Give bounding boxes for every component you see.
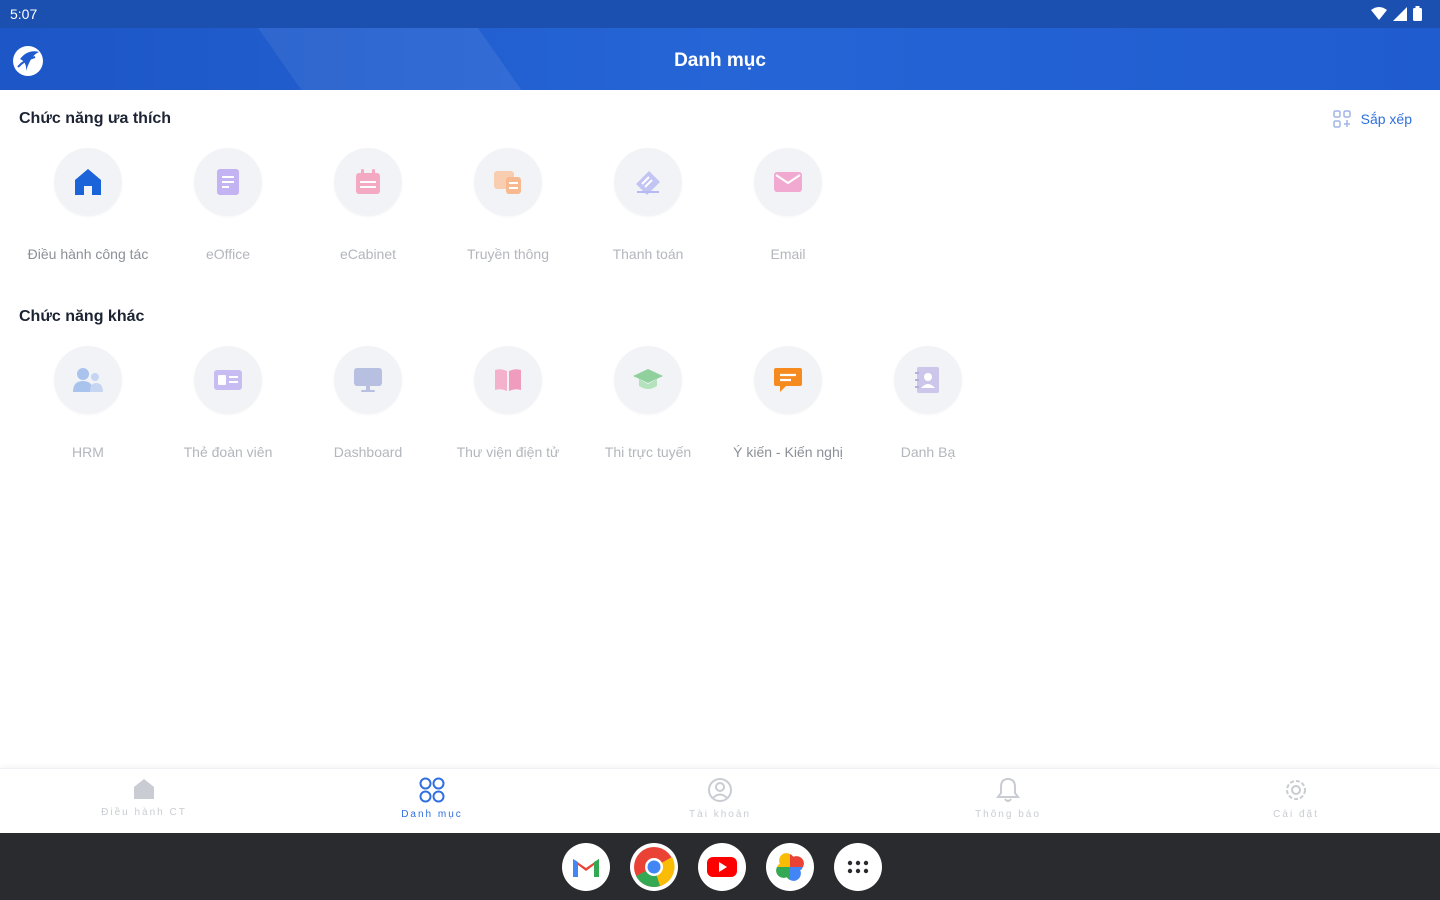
nav-label: Danh mục bbox=[401, 809, 463, 820]
account-icon bbox=[708, 778, 732, 802]
favorite-item-truyen-thong[interactable]: Truyền thông bbox=[438, 148, 578, 262]
item-icon-circle bbox=[54, 346, 122, 414]
others-grid: HRM Thẻ đoàn viên Dashboard Thư viện điệ… bbox=[18, 346, 998, 460]
item-icon-circle bbox=[614, 148, 682, 216]
settings-icon bbox=[1286, 780, 1306, 800]
item-label: eOffice bbox=[205, 246, 251, 262]
item-label: Email bbox=[770, 246, 806, 262]
item-icon-circle bbox=[334, 346, 402, 414]
item-label: Thanh toán bbox=[612, 246, 684, 262]
grid-icon bbox=[419, 777, 445, 803]
item-label: Danh Bạ bbox=[900, 444, 956, 460]
other-item-danh-ba[interactable]: Danh Bạ bbox=[858, 346, 998, 460]
item-label: Ý kiến - Kiến nghị bbox=[733, 444, 843, 460]
dock-apps bbox=[562, 843, 882, 891]
favorites-grid: Điều hành công tác eOffice eCabinet Truy… bbox=[18, 148, 858, 262]
item-label: HRM bbox=[72, 444, 104, 460]
photos-icon[interactable] bbox=[766, 843, 814, 891]
chrome-icon[interactable] bbox=[630, 843, 678, 891]
gmail-icon[interactable] bbox=[562, 843, 610, 891]
other-item-dashboard[interactable]: Dashboard bbox=[298, 346, 438, 460]
signal-icon bbox=[1393, 6, 1407, 21]
item-label: Thẻ đoàn viên bbox=[183, 444, 273, 460]
monitor-icon bbox=[354, 368, 382, 392]
item-icon-circle bbox=[54, 148, 122, 216]
favorite-item-email[interactable]: Email bbox=[718, 148, 858, 262]
item-icon-circle bbox=[194, 148, 262, 216]
app-drawer-icon[interactable] bbox=[834, 843, 882, 891]
favorite-item-eoffice[interactable]: eOffice bbox=[158, 148, 298, 262]
item-icon-circle bbox=[894, 346, 962, 414]
nav-tab-cai-dat[interactable]: Cài đặt bbox=[1196, 777, 1396, 820]
item-icon-circle bbox=[754, 148, 822, 216]
others-section-title: Chức năng khác bbox=[19, 308, 145, 325]
graduation-cap-icon bbox=[633, 369, 663, 389]
sort-button[interactable]: Sắp xếp bbox=[1332, 110, 1412, 128]
item-label: eCabinet bbox=[339, 246, 397, 262]
item-icon-circle bbox=[334, 148, 402, 216]
feedback-icon bbox=[774, 368, 802, 392]
app-bar: Danh mục bbox=[0, 28, 1440, 90]
nav-tab-danh-muc[interactable]: Danh mục bbox=[332, 777, 532, 820]
sort-label: Sắp xếp bbox=[1360, 111, 1412, 127]
document-icon bbox=[217, 169, 239, 195]
item-icon-circle bbox=[474, 346, 542, 414]
media-icon bbox=[494, 171, 521, 194]
contacts-book-icon bbox=[915, 367, 939, 393]
bell-icon bbox=[996, 777, 1020, 802]
nav-tab-thong-bao[interactable]: Thông báo bbox=[908, 777, 1108, 820]
email-icon bbox=[774, 172, 802, 192]
item-icon-circle bbox=[194, 346, 262, 414]
nav-tab-tai-khoan[interactable]: Tài khoản bbox=[620, 777, 820, 820]
other-item-the-doan-vien[interactable]: Thẻ đoàn viên bbox=[158, 346, 298, 460]
other-item-y-kien-kien-nghi[interactable]: Ý kiến - Kiến nghị bbox=[718, 346, 858, 460]
wifi-icon bbox=[1371, 6, 1387, 20]
sort-icon bbox=[1332, 110, 1351, 128]
item-icon-circle bbox=[754, 346, 822, 414]
nav-label: Tài khoản bbox=[689, 809, 751, 820]
other-item-hrm[interactable]: HRM bbox=[18, 346, 158, 460]
id-card-icon bbox=[214, 370, 242, 390]
system-dock bbox=[0, 833, 1440, 900]
favorite-item-thanh-toan[interactable]: Thanh toán bbox=[578, 148, 718, 262]
home-icon bbox=[75, 169, 101, 195]
home-icon bbox=[134, 779, 154, 799]
payment-icon bbox=[636, 171, 660, 195]
nav-label: Thông báo bbox=[975, 809, 1041, 820]
page-title: Danh mục bbox=[674, 50, 766, 71]
favorite-item-dieu-hanh-cong-tac[interactable]: Điều hành công tác bbox=[18, 148, 158, 262]
item-label: Truyền thông bbox=[467, 246, 549, 262]
nav-label: Điều hành CT bbox=[101, 807, 187, 818]
item-icon-circle bbox=[474, 148, 542, 216]
other-item-thi-truc-tuyen[interactable]: Thi trực tuyến bbox=[578, 346, 718, 460]
nav-tab-dieu-hanh-ct[interactable]: Điều hành CT bbox=[44, 777, 244, 818]
item-label: Điều hành công tác bbox=[27, 246, 149, 262]
favorite-item-ecabinet[interactable]: eCabinet bbox=[298, 148, 438, 262]
item-label: Thi trực tuyến bbox=[604, 444, 692, 460]
nav-label: Cài đặt bbox=[1273, 809, 1319, 820]
favorites-section-title: Chức năng ưa thích bbox=[19, 110, 172, 127]
item-label: Thư viện điện tử bbox=[456, 444, 560, 460]
status-icons bbox=[1371, 6, 1422, 21]
item-icon-circle bbox=[614, 346, 682, 414]
book-icon bbox=[495, 369, 521, 391]
status-bar: 5:07 bbox=[0, 0, 1440, 28]
status-time: 5:07 bbox=[10, 6, 38, 22]
users-icon bbox=[73, 368, 103, 392]
battery-icon bbox=[1413, 6, 1422, 21]
item-label: Dashboard bbox=[333, 444, 403, 460]
other-item-thu-vien-dien-tu[interactable]: Thư viện điện tử bbox=[438, 346, 578, 460]
bottom-navigation: Điều hành CT Danh mục Tài khoản Thông bá… bbox=[0, 768, 1440, 834]
youtube-icon[interactable] bbox=[698, 843, 746, 891]
calendar-icon bbox=[356, 169, 380, 194]
